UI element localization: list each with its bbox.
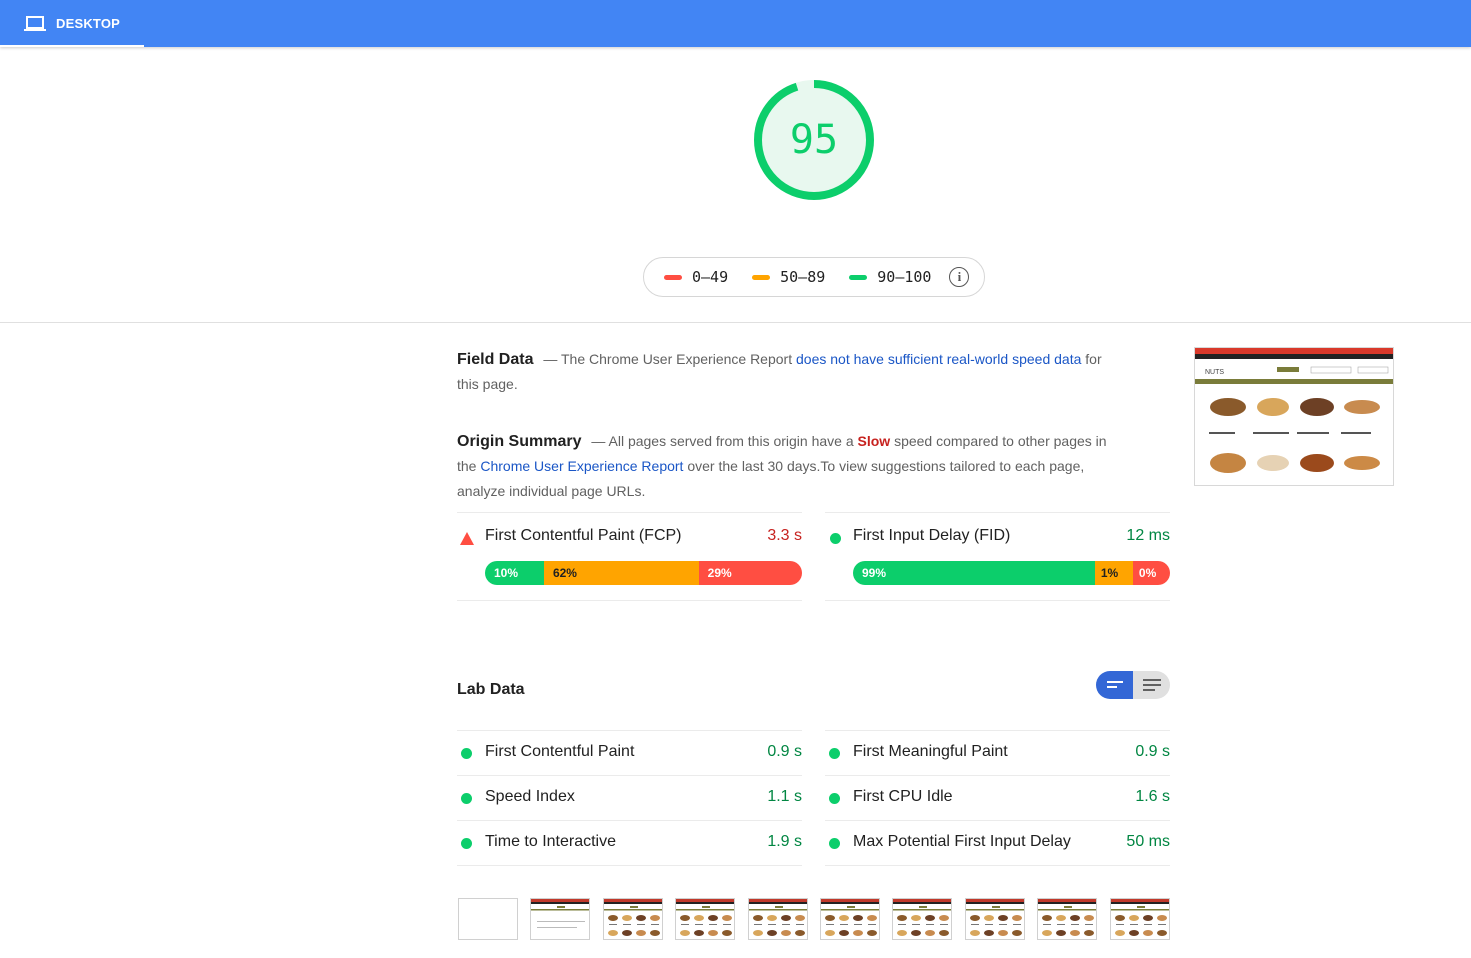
lab-metric-name: First CPU Idle [853,788,953,805]
tab-desktop[interactable]: DESKTOP [0,0,144,47]
expanded-view-button[interactable] [1133,671,1170,699]
legend-average-label: 50–89 [780,268,826,286]
field-data-text-before: The Chrome User Experience Report [561,351,796,367]
legend-pass-label: 90–100 [877,268,932,286]
filmstrip-frame [820,898,880,940]
legend-item-pass: 90–100 [849,268,931,286]
lab-metric-value: 1.1 s [767,788,802,805]
pass-circle-icon [830,533,841,544]
crux-report-link[interactable]: Chrome User Experience Report [480,458,683,474]
fid-slow-segment: 0% [1132,561,1170,585]
legend-pass-swatch [849,274,868,280]
filmstrip-frame [530,898,591,940]
origin-summary-section: Origin Summary — All pages served from t… [457,429,1117,504]
pass-circle-icon [461,838,472,849]
fid-fast-percent: 99% [862,566,887,580]
lab-metric-name: Time to Interactive [485,833,617,850]
fcp-slow-segment: 29% [698,561,802,585]
tab-desktop-label: DESKTOP [56,16,121,31]
filmstrip-frame [964,898,1025,940]
legend-item-average: 50–89 [752,268,825,286]
filmstrip-frame [747,898,808,940]
tab-active-indicator [0,45,144,47]
lab-metric-speed-index: Speed Index 1.1 s [457,775,802,820]
lab-metric-value: 50 ms [1126,833,1170,850]
field-metric-fcp-value: 3.3 s [767,527,802,544]
lab-metric-name: First Contentful Paint [485,743,635,760]
field-data-section: Field Data — The Chrome User Experience … [457,347,1117,397]
compact-list-icon [1106,681,1123,688]
slow-label: Slow [857,433,891,449]
fcp-slow-percent: 29% [707,566,732,580]
lab-metric-first-meaningful-paint: First Meaningful Paint 0.9 s [825,730,1170,775]
field-data-title: Field Data [457,351,534,368]
lab-metric-value: 0.9 s [767,743,802,760]
fid-average-percent: 1% [1100,566,1119,580]
lab-divider [825,865,1170,866]
field-data-link[interactable]: does not have sufficient real-world spee… [796,351,1081,367]
fail-triangle-icon [460,532,474,545]
info-icon[interactable]: i [949,267,970,287]
lab-metric-time-to-interactive: Time to Interactive 1.9 s [457,820,802,865]
filmstrip-frame [602,898,663,940]
legend-fail-swatch [664,274,682,280]
filmstrip-frame [1109,898,1170,940]
fcp-average-segment: 62% [543,561,699,585]
fcp-distribution-bar: 10% 62% 29% [485,561,802,585]
field-metric-fid-name: First Input Delay (FID) [853,527,1011,544]
lab-metric-first-cpu-idle: First CPU Idle 1.6 s [825,775,1170,820]
fid-slow-percent: 0% [1138,566,1157,580]
score-legend: 0–49 50–89 90–100 i [643,257,985,297]
legend-average-swatch [752,274,771,280]
origin-summary-title: Origin Summary [457,433,582,450]
performance-score: 95 [789,117,839,163]
pass-circle-icon [829,793,840,804]
filmstrip-frame [892,898,953,940]
lab-divider [457,865,802,866]
lab-data-title: Lab Data [457,681,525,698]
fid-fast-segment: 99% [853,561,1095,585]
filmstrip-frame [1037,898,1098,940]
expanded-list-icon [1142,679,1161,691]
compact-view-button[interactable] [1096,671,1133,699]
lab-metric-name: First Meaningful Paint [853,743,1008,760]
pass-circle-icon [829,838,840,849]
field-metric-fcp-name: First Contentful Paint (FCP) [485,527,682,544]
lab-metric-name: Speed Index [485,788,575,805]
pass-circle-icon [461,793,472,804]
page-screenshot-thumbnail: NUTS [1194,347,1394,486]
filmstrip-frame [458,898,518,940]
origin-summary-dash: — [591,433,606,449]
metric-view-toggle [1096,671,1170,699]
filmstrip-frame [675,898,736,940]
lab-metric-name: Max Potential First Input Delay [853,833,1071,850]
pass-circle-icon [461,748,472,759]
lab-metric-value: 1.9 s [767,833,802,850]
laptop-icon [24,15,46,31]
lab-metric-value: 1.6 s [1135,788,1170,805]
pass-circle-icon [829,748,840,759]
fcp-fast-percent: 10% [494,566,519,580]
section-divider [0,322,1471,323]
field-data-dash: — [543,351,558,367]
fid-average-segment: 1% [1094,561,1133,585]
legend-item-fail: 0–49 [664,268,728,286]
field-metric-fid-value: 12 ms [1126,527,1170,544]
field-metric-fcp: First Contentful Paint (FCP) 3.3 s 10% 6… [457,512,802,601]
page-screenshot-image: NUTS [1195,348,1393,473]
fcp-average-percent: 62% [552,566,577,580]
svg-text:NUTS: NUTS [1205,369,1224,376]
lab-metric-first-contentful-paint: First Contentful Paint 0.9 s [457,730,802,775]
fid-distribution-bar: 99% 1% 0% [853,561,1170,585]
legend-fail-label: 0–49 [692,268,729,286]
origin-summary-text1: All pages served from this origin have a [608,433,858,449]
lab-metric-max-potential-fid: Max Potential First Input Delay 50 ms [825,820,1170,865]
top-bar: DESKTOP [0,0,1471,47]
fcp-fast-segment: 10% [485,561,544,585]
lab-metric-value: 0.9 s [1135,743,1170,760]
field-metric-fid: First Input Delay (FID) 12 ms 99% 1% 0% [825,512,1170,601]
